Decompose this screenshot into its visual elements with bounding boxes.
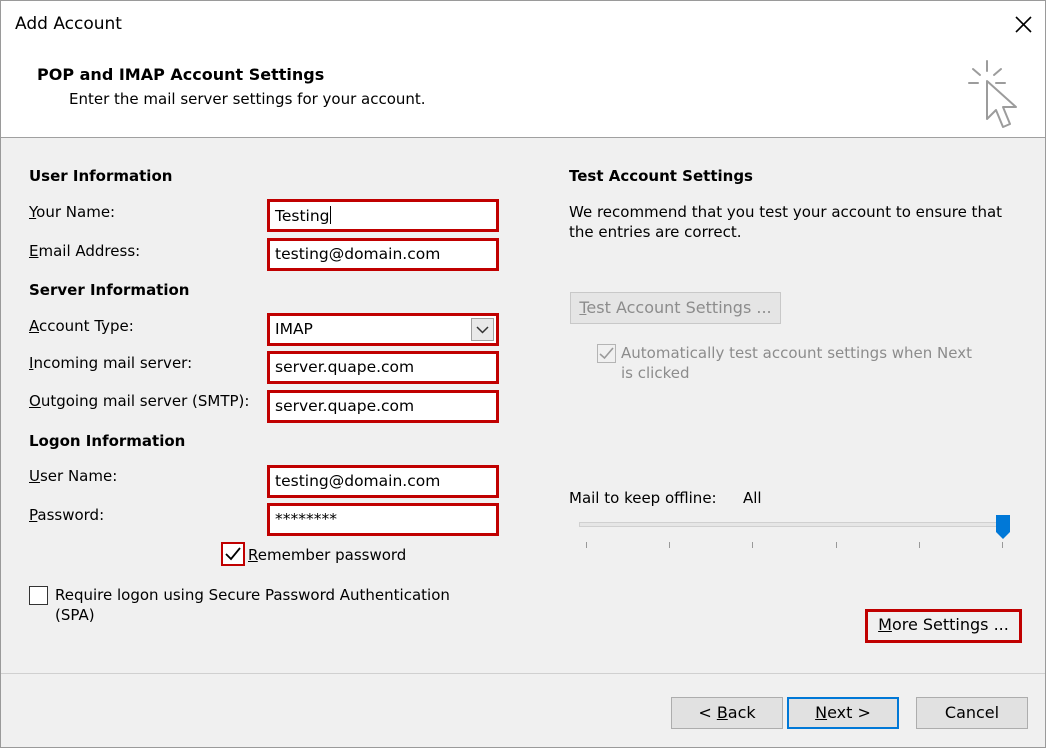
user-info-heading: User Information [29,167,173,185]
server-info-heading: Server Information [29,281,190,299]
add-account-dialog: Add Account POP and IMAP Account Setting… [0,0,1046,748]
slider-tick [1002,542,1003,548]
slider-tick [752,542,753,548]
spa-checkbox[interactable] [29,586,48,605]
remember-password-label[interactable]: Remember password [248,546,406,564]
window-title: Add Account [15,14,122,34]
more-settings-button[interactable]: More Settings ... [865,609,1022,643]
test-desc-line1: We recommend that you test your account … [569,203,1003,221]
cancel-button[interactable]: Cancel [916,697,1028,729]
close-icon[interactable] [1007,9,1039,41]
offline-label: Mail to keep offline: [569,489,717,507]
outgoing-server-input[interactable]: server.quape.com [267,390,499,423]
email-address-input[interactable]: testing@domain.com [267,238,499,271]
password-input[interactable]: ******** [267,503,499,536]
footer-divider [1,673,1045,674]
remember-password-checkbox[interactable] [221,542,245,566]
slider-tick [586,542,587,548]
title-bar: Add Account [1,1,1045,51]
password-label: Password: [29,506,105,524]
incoming-server-label: Incoming mail server: [29,354,193,372]
test-account-settings-button[interactable]: Test Account Settings ... [570,292,781,324]
chevron-down-icon[interactable] [471,318,494,341]
spa-label-line2: (SPA) [55,606,95,624]
back-button[interactable]: < Back [671,697,783,729]
account-type-select[interactable]: IMAP [267,313,499,346]
account-type-label: Account Type: [29,317,134,335]
next-button[interactable]: Next > [787,697,899,729]
outgoing-server-label: Outgoing mail server (SMTP): [29,392,250,410]
offline-slider-thumb[interactable] [994,514,1012,540]
page-title: POP and IMAP Account Settings [37,65,325,84]
your-name-label: Your Name: [29,203,116,221]
logon-info-heading: Logon Information [29,432,186,450]
checkmark-icon [599,347,614,360]
spa-label-line1[interactable]: Require logon using Secure Password Auth… [55,586,450,604]
test-settings-heading: Test Account Settings [569,167,753,185]
cursor-click-icon [968,60,1017,128]
account-type-value: IMAP [275,320,313,338]
email-address-label: Email Address: [29,242,141,260]
slider-tick [836,542,837,548]
checkmark-icon [225,547,241,561]
offline-value: All [743,489,762,507]
slider-tick [669,542,670,548]
your-name-input[interactable]: Testing [267,199,499,232]
test-desc-line2: the entries are correct. [569,223,742,241]
username-label: User Name: [29,467,118,485]
dialog-header: POP and IMAP Account Settings Enter the … [1,51,1045,138]
auto-test-label-line2: is clicked [621,364,690,382]
page-subtitle: Enter the mail server settings for your … [69,90,426,108]
auto-test-checkbox[interactable] [597,344,616,363]
username-input[interactable]: testing@domain.com [267,465,499,498]
slider-tick [919,542,920,548]
offline-slider-track[interactable] [579,522,1007,527]
incoming-server-input[interactable]: server.quape.com [267,351,499,384]
auto-test-label-line1[interactable]: Automatically test account settings when… [621,344,972,362]
